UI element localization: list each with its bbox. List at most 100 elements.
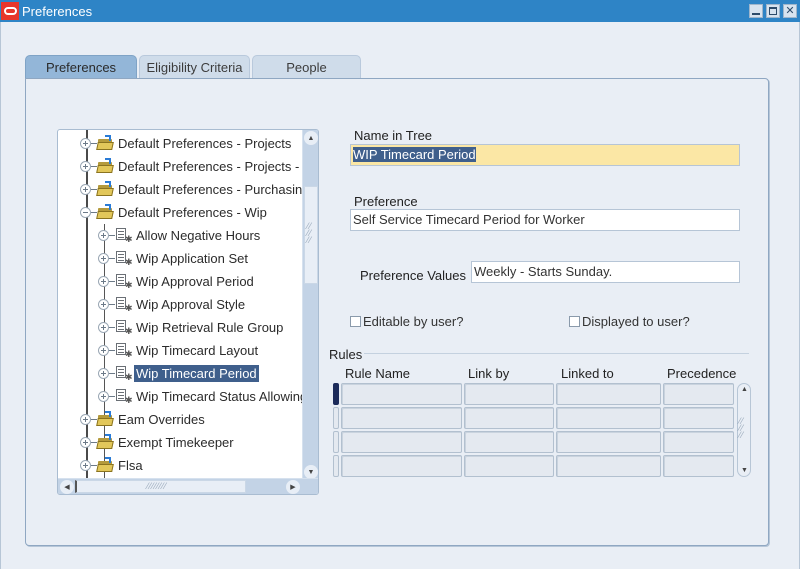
tree-folder-node[interactable]: Default Preferences - Projects - F xyxy=(80,156,303,176)
arrow-up-icon[interactable]: ▲ xyxy=(741,386,748,393)
linked-to-cell[interactable] xyxy=(556,407,661,429)
grip-icon: ⁄⁄⁄⁄⁄⁄⁄⁄ xyxy=(147,481,168,491)
displayed-to-user-checkbox[interactable]: Displayed to user? xyxy=(569,314,690,329)
tree-node-label: Eam Overrides xyxy=(118,411,205,427)
scroll-down-button[interactable]: ▼ xyxy=(304,465,318,479)
tree-leaf-node[interactable]: ✱ Allow Negative Hours xyxy=(98,225,262,245)
tab-label: Preferences xyxy=(45,60,117,75)
tree-horizontal-scrollbar[interactable]: ◀ ⁄⁄⁄⁄⁄⁄⁄⁄ ▶ xyxy=(58,478,318,494)
precedence-cell[interactable] xyxy=(663,383,734,405)
minimize-button[interactable] xyxy=(749,4,763,18)
row-indicator[interactable] xyxy=(333,407,339,429)
expand-icon[interactable] xyxy=(80,459,91,471)
collapse-icon[interactable] xyxy=(80,206,91,218)
link-by-cell[interactable] xyxy=(464,431,554,453)
link-by-cell[interactable] xyxy=(464,407,554,429)
preference-values-value: Weekly - Starts Sunday. xyxy=(474,264,613,279)
row-indicator[interactable] xyxy=(333,431,339,453)
expand-icon[interactable] xyxy=(80,413,91,425)
expand-icon[interactable] xyxy=(98,367,109,379)
preference-input[interactable]: Self Service Timecard Period for Worker xyxy=(350,209,740,231)
expand-icon[interactable] xyxy=(98,321,109,333)
rules-section-label: Rules xyxy=(329,347,365,362)
tree-leaf-node[interactable]: ✱ Wip Timecard Layout xyxy=(98,340,260,360)
expand-icon[interactable] xyxy=(98,252,109,264)
tree-node-label: Wip Approval Period xyxy=(136,273,254,289)
tree-leaf-node[interactable]: ✱ Wip Approval Style xyxy=(98,294,247,314)
maximize-button[interactable] xyxy=(766,4,780,18)
preference-values-input[interactable]: Weekly - Starts Sunday. xyxy=(471,261,740,283)
grip-icon: ⁄⁄ ⁄⁄ ⁄⁄ xyxy=(307,221,313,245)
checkbox-label: Displayed to user? xyxy=(582,314,690,329)
name-in-tree-value: WIP Timecard Period xyxy=(353,147,476,162)
link-by-cell[interactable] xyxy=(464,383,554,405)
expand-icon[interactable] xyxy=(80,137,91,149)
tree-node-label: Wip Approval Style xyxy=(136,296,246,312)
tree-vertical-scrollbar[interactable]: ▲ ⁄⁄ ⁄⁄ ⁄⁄ ▼ xyxy=(302,130,318,480)
editable-by-user-checkbox[interactable]: Editable by user? xyxy=(350,314,463,329)
precedence-cell[interactable] xyxy=(663,455,734,477)
tree-folder-node[interactable]: Flsa xyxy=(80,455,145,475)
scroll-left-button[interactable]: ◀ xyxy=(60,480,74,494)
tree-leaf-node[interactable]: ✱ Wip Approval Period xyxy=(98,271,256,291)
tab-preferences[interactable]: Preferences xyxy=(25,55,137,79)
tree-folder-node[interactable]: Exempt Timekeeper xyxy=(80,432,236,452)
row-indicator[interactable] xyxy=(333,455,339,477)
expand-icon[interactable] xyxy=(80,183,91,195)
rule-name-cell[interactable] xyxy=(341,407,462,429)
tree-folder-node[interactable]: Default Preferences - Projects xyxy=(80,133,293,153)
precedence-cell[interactable] xyxy=(663,407,734,429)
tree-node-label: Exempt Timekeeper xyxy=(118,434,234,450)
expand-icon[interactable] xyxy=(98,229,109,241)
checkbox-box[interactable] xyxy=(350,316,361,327)
expand-icon[interactable] xyxy=(98,390,109,402)
expand-icon[interactable] xyxy=(98,275,109,287)
scroll-thumb[interactable]: ⁄⁄ ⁄⁄ ⁄⁄ xyxy=(304,186,318,284)
name-in-tree-input[interactable]: WIP Timecard Period xyxy=(350,144,740,166)
linked-to-cell[interactable] xyxy=(556,383,661,405)
tree-node-label: Wip Timecard Period xyxy=(134,364,259,382)
link-by-cell[interactable] xyxy=(464,455,554,477)
arrow-down-icon[interactable]: ▼ xyxy=(741,467,748,474)
column-header-rule-name: Rule Name xyxy=(345,366,411,381)
checkbox-box[interactable] xyxy=(569,316,580,327)
scroll-up-button[interactable]: ▲ xyxy=(304,131,318,145)
rule-name-cell[interactable] xyxy=(341,383,462,405)
tree-folder-node[interactable]: Default Preferences - Purchasing xyxy=(80,179,303,199)
expand-icon[interactable] xyxy=(98,344,109,356)
rule-name-cell[interactable] xyxy=(341,455,462,477)
precedence-cell[interactable] xyxy=(663,431,734,453)
tab-people[interactable]: People xyxy=(252,55,361,79)
tree-node-label: Flsa xyxy=(118,457,143,473)
scroll-right-button[interactable]: ▶ xyxy=(286,480,300,494)
folder-icon xyxy=(96,204,115,220)
expand-icon[interactable] xyxy=(98,298,109,310)
expand-icon[interactable] xyxy=(80,436,91,448)
tree-folder-node[interactable]: Eam Overrides xyxy=(80,409,207,429)
folder-icon xyxy=(96,158,115,174)
preference-item-icon: ✱ xyxy=(115,273,133,290)
tree-leaf-node[interactable]: ✱ Wip Retrieval Rule Group xyxy=(98,317,285,337)
rules-divider xyxy=(364,353,749,354)
linked-to-cell[interactable] xyxy=(556,455,661,477)
rule-name-cell[interactable] xyxy=(341,431,462,453)
tree-leaf-node[interactable]: ✱ Wip Timecard Status Allowing xyxy=(98,386,303,406)
minimize-icon xyxy=(752,13,760,15)
tree-folder-node[interactable]: Default Preferences - Wip xyxy=(80,202,269,222)
tree-leaf-node[interactable]: ✱ Wip Application Set xyxy=(98,248,250,268)
window-title: Preferences xyxy=(22,3,93,19)
close-button[interactable]: ✕ xyxy=(783,4,797,18)
column-header-link-by: Link by xyxy=(468,366,510,381)
expand-icon[interactable] xyxy=(80,160,91,172)
tree-leaf-node[interactable]: ✱ Wip Timecard Period xyxy=(98,363,259,383)
scroll-thumb[interactable]: ⁄⁄⁄⁄⁄⁄⁄⁄ xyxy=(75,480,246,493)
preferences-tree[interactable]: Default Preferences - Projects Default Pr… xyxy=(57,129,319,495)
preference-value: Self Service Timecard Period for Worker xyxy=(353,212,585,227)
rules-vertical-scrollbar[interactable]: ▲ ⁄⁄ ⁄⁄ ⁄⁄ ▼ xyxy=(737,383,751,477)
preference-item-icon: ✱ xyxy=(115,342,133,359)
preference-values-label: Preference Values xyxy=(360,268,466,283)
folder-icon xyxy=(96,135,115,151)
tab-eligibility-criteria[interactable]: Eligibility Criteria xyxy=(139,55,250,79)
linked-to-cell[interactable] xyxy=(556,431,661,453)
row-indicator[interactable] xyxy=(333,383,339,405)
